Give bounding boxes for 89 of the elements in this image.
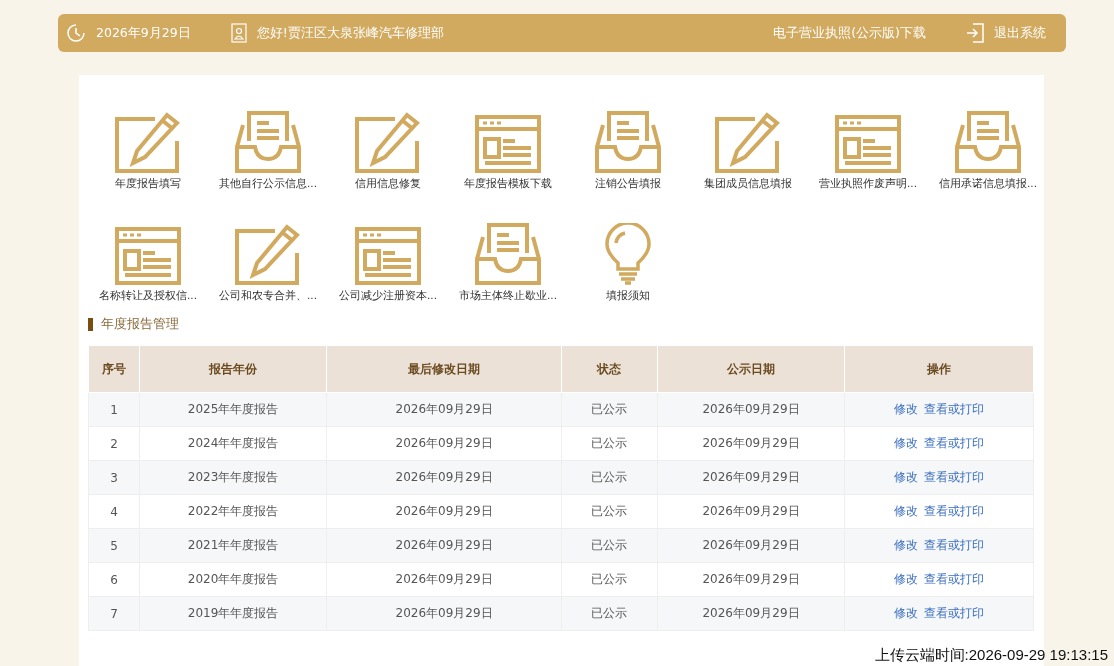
shortcut-label[interactable]: 注销公告填报 [595, 177, 661, 191]
table-cell: 已公示 [561, 494, 658, 529]
table-cell: 2025年年度报告 [139, 392, 327, 427]
table-cell: 已公示 [561, 528, 658, 563]
clock-icon [66, 23, 86, 43]
shortcut-label[interactable]: 公司减少注册资本... [339, 289, 437, 303]
browser-window-icon [475, 115, 541, 173]
table-cell: 已公示 [561, 426, 658, 461]
shortcut-label[interactable]: 年度报告填写 [115, 177, 181, 191]
inbox-icon [955, 111, 1021, 173]
table-cell: 1 [88, 392, 140, 427]
section-title: 年度报告管理 [101, 315, 179, 333]
shortcut-label[interactable]: 市场主体终止歇业... [459, 289, 557, 303]
greeting-text: 您好!贾汪区大泉张峰汽车修理部 [256, 24, 444, 42]
pencil-icon [715, 111, 781, 173]
inbox-icon [475, 223, 541, 285]
action-link[interactable]: 修改 [894, 436, 918, 450]
pencil-icon [235, 223, 301, 285]
lightbulb-icon [603, 223, 653, 285]
shortcut-label[interactable]: 集团成员信息填报 [704, 177, 792, 191]
action-link[interactable]: 查看或打印 [924, 436, 984, 450]
shortcut-label[interactable]: 其他自行公示信息... [219, 177, 317, 191]
section-marker [88, 317, 93, 331]
shortcut-label[interactable]: 营业执照作废声明... [819, 177, 917, 191]
table-cell: 2026年09月29日 [326, 596, 562, 631]
table-cell: 2026年09月29日 [326, 528, 562, 563]
column-header: 操作 [844, 345, 1034, 393]
table-cell: 3 [88, 460, 140, 495]
logout-icon[interactable] [966, 23, 984, 43]
table-cell: 已公示 [561, 596, 658, 631]
action-link[interactable]: 查看或打印 [924, 606, 984, 620]
pencil-icon [355, 111, 421, 173]
table-cell: 2026年09月29日 [326, 426, 562, 461]
inbox-icon [235, 111, 301, 173]
table-cell: 2026年09月29日 [657, 528, 845, 563]
table-cell: 2026年09月29日 [657, 494, 845, 529]
table-cell: 2026年09月29日 [326, 460, 562, 495]
shortcut-label[interactable]: 名称转让及授权信... [99, 289, 197, 303]
table-cell: 2023年年度报告 [139, 460, 327, 495]
table-cell: 2026年09月29日 [326, 392, 562, 427]
table-cell: 2026年09月29日 [657, 596, 845, 631]
shortcut-label[interactable]: 填报须知 [606, 289, 650, 303]
column-header: 公示日期 [657, 345, 845, 393]
action-link[interactable]: 查看或打印 [924, 504, 984, 518]
table-cell: 2021年年度报告 [139, 528, 327, 563]
column-header: 序号 [88, 345, 140, 393]
action-link[interactable]: 修改 [894, 606, 918, 620]
inbox-icon [595, 111, 661, 173]
column-header: 最后修改日期 [326, 345, 562, 393]
table-cell: 已公示 [561, 460, 658, 495]
upload-timestamp: 上传云端时间:2026-09-29 19:13:15 [874, 646, 1108, 665]
column-header: 状态 [561, 345, 658, 393]
table-cell: 2 [88, 426, 140, 461]
shortcut-label[interactable]: 信用承诺信息填报... [939, 177, 1037, 191]
table-cell: 5 [88, 528, 140, 563]
browser-window-icon [355, 227, 421, 285]
action-link[interactable]: 查看或打印 [924, 402, 984, 416]
current-date: 2026年9月29日 [96, 24, 191, 42]
browser-window-icon [835, 115, 901, 173]
shortcut-label[interactable]: 年度报告模板下载 [464, 177, 552, 191]
action-link[interactable]: 查看或打印 [924, 572, 984, 586]
pencil-icon [115, 111, 181, 173]
table-cell: 已公示 [561, 562, 658, 597]
table-cell: 2026年09月29日 [657, 460, 845, 495]
table-cell: 6 [88, 562, 140, 597]
table-cell: 2026年09月29日 [326, 494, 562, 529]
table-cell: 2022年年度报告 [139, 494, 327, 529]
action-link[interactable]: 修改 [894, 572, 918, 586]
action-link[interactable]: 查看或打印 [924, 470, 984, 484]
shortcut-label[interactable]: 公司和农专合并、... [219, 289, 317, 303]
action-link[interactable]: 修改 [894, 538, 918, 552]
table-cell: 2026年09月29日 [657, 426, 845, 461]
table-cell: 2026年09月29日 [657, 392, 845, 427]
action-link[interactable]: 修改 [894, 470, 918, 484]
table-cell: 7 [88, 596, 140, 631]
shortcut-label[interactable]: 信用信息修复 [355, 177, 421, 191]
user-icon [230, 23, 247, 43]
table-cell: 4 [88, 494, 140, 529]
table-cell: 已公示 [561, 392, 658, 427]
table-cell: 2020年年度报告 [139, 562, 327, 597]
action-link[interactable]: 查看或打印 [924, 538, 984, 552]
table-cell: 2026年09月29日 [326, 562, 562, 597]
action-link[interactable]: 修改 [894, 402, 918, 416]
browser-window-icon [115, 227, 181, 285]
table-cell: 2026年09月29日 [657, 562, 845, 597]
column-header: 报告年份 [139, 345, 327, 393]
action-link[interactable]: 修改 [894, 504, 918, 518]
table-cell: 2019年年度报告 [139, 596, 327, 631]
table-cell: 2024年年度报告 [139, 426, 327, 461]
